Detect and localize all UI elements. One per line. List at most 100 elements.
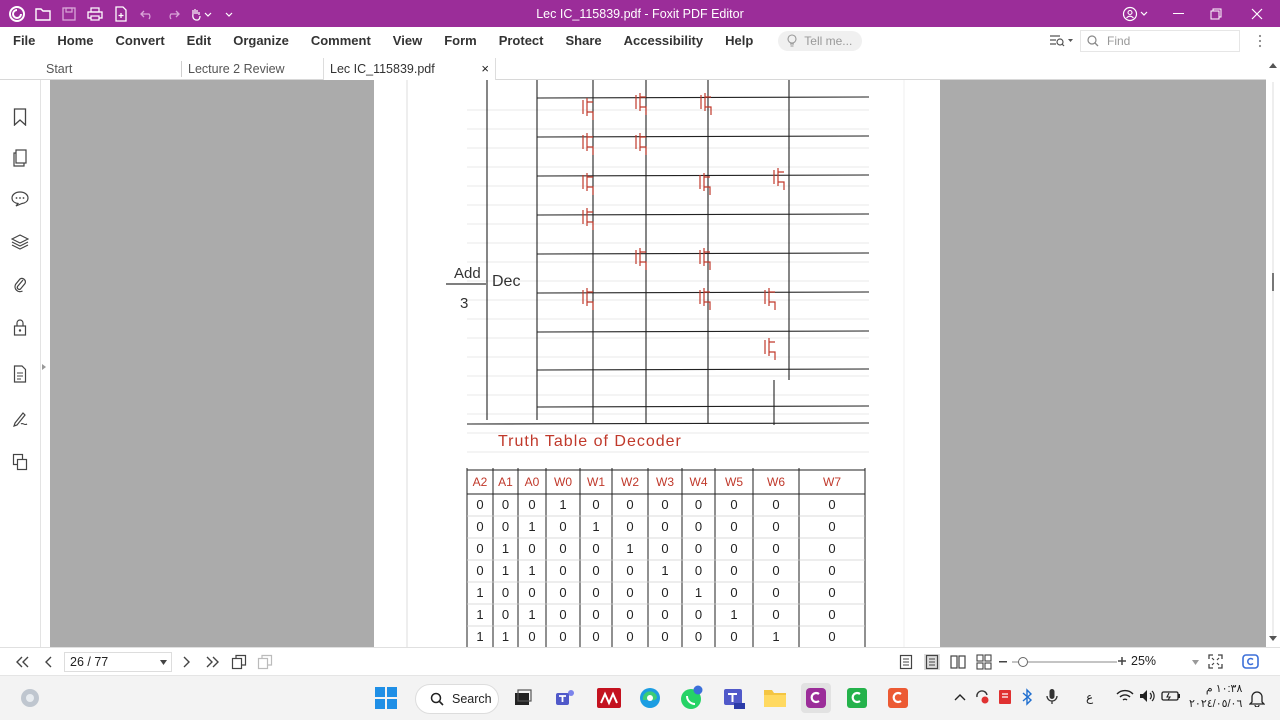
hand-tool-icon[interactable] (188, 3, 218, 25)
layers-icon[interactable] (10, 232, 30, 252)
whatsapp-icon[interactable] (677, 683, 707, 713)
keyboard-language[interactable]: ع (1086, 690, 1093, 704)
tab-start[interactable]: Start (40, 58, 182, 80)
menu-help[interactable]: Help (714, 27, 764, 54)
compare-files-icon[interactable] (10, 452, 30, 472)
scroll-up-arrow-icon[interactable] (1269, 63, 1277, 68)
previous-view-icon[interactable] (231, 654, 247, 670)
table-cell: 0 (828, 607, 835, 622)
table-cell: 0 (695, 519, 702, 534)
continuous-facing-view-icon[interactable] (976, 654, 992, 670)
pages-icon[interactable] (10, 148, 30, 168)
monday-app-icon[interactable] (594, 683, 624, 713)
teams-chat-icon[interactable] (551, 683, 581, 713)
fit-page-icon[interactable] (1208, 654, 1223, 669)
more-options-icon[interactable] (1240, 27, 1280, 54)
page-dropdown-icon[interactable] (160, 660, 167, 665)
clock[interactable]: ١٠:٣٨ م ٢٠٢٤/٠٥/٠٦ (1189, 682, 1242, 712)
undo-icon[interactable] (136, 3, 158, 25)
scroll-thumb[interactable] (1272, 273, 1274, 291)
zoom-dropdown-icon[interactable] (1192, 660, 1199, 665)
new-document-icon[interactable] (110, 3, 132, 25)
foxit-pdf-editor-taskbar-icon[interactable] (801, 683, 831, 713)
save-icon[interactable] (58, 3, 80, 25)
start-button[interactable] (371, 683, 401, 713)
last-page-icon[interactable] (205, 655, 221, 669)
tell-me-box[interactable]: Tell me... (778, 30, 863, 51)
comments-icon[interactable] (10, 189, 30, 209)
sync-recording-icon[interactable] (974, 689, 990, 705)
next-page-icon[interactable] (181, 655, 191, 669)
pdf-tray-icon[interactable] (998, 689, 1012, 705)
attachment-icon[interactable] (10, 274, 30, 294)
widgets-icon[interactable] (18, 686, 42, 710)
single-page-view-icon[interactable] (898, 654, 914, 670)
file-explorer-icon[interactable] (760, 683, 790, 713)
account-icon[interactable] (1114, 0, 1160, 27)
menu-view[interactable]: View (382, 27, 433, 54)
find-input[interactable]: Find (1080, 29, 1240, 52)
redo-icon[interactable] (162, 3, 184, 25)
menu-form[interactable]: Form (433, 27, 488, 54)
teams-new-icon[interactable] (719, 683, 749, 713)
menu-organize[interactable]: Organize (222, 27, 300, 54)
vertical-scrollbar[interactable] (1266, 58, 1280, 647)
continuous-view-icon[interactable] (924, 654, 940, 670)
next-view-icon[interactable] (257, 654, 273, 670)
menu-file[interactable]: File (0, 27, 46, 54)
microphone-icon[interactable] (1046, 688, 1058, 706)
battery-icon[interactable] (1161, 690, 1181, 702)
minimize-button[interactable] (1160, 0, 1197, 27)
document-viewport[interactable]: A2 A1 A0 W0 W1 W2 W3 W4 W5 W6 W7 0 0 0 1 0 0 0 0 0 0 0 0 0 1 0 1 0 0… (50, 80, 1266, 647)
open-folder-icon[interactable] (32, 3, 54, 25)
table-cell: 0 (592, 629, 599, 644)
task-view-icon[interactable] (508, 683, 538, 713)
page-number-input[interactable]: 26 / 77 (64, 652, 172, 672)
taskbar-search[interactable]: Search (415, 684, 499, 714)
ai-assistant-icon[interactable] (1242, 653, 1259, 670)
table-cell: 0 (828, 563, 835, 578)
table-cell: 1 (502, 541, 509, 556)
tray-overflow-chevron-icon[interactable] (954, 692, 966, 702)
signature-icon[interactable] (10, 409, 30, 429)
bluetooth-icon[interactable] (1021, 688, 1033, 706)
tab-lecture-2[interactable]: Lecture 2 Review abou... (182, 58, 323, 98)
zoom-out-icon[interactable] (998, 660, 1008, 664)
zoom-slider[interactable] (1012, 655, 1117, 669)
close-window-button[interactable] (1234, 0, 1280, 27)
menu-accessibility[interactable]: Accessibility (613, 27, 715, 54)
menu-home[interactable]: Home (46, 27, 104, 54)
scroll-down-arrow-icon[interactable] (1269, 636, 1277, 641)
table-cell: 1 (502, 563, 509, 578)
menu-edit[interactable]: Edit (176, 27, 223, 54)
expand-panel-chevron-icon[interactable] (40, 360, 48, 370)
menu-convert[interactable]: Convert (105, 27, 176, 54)
notification-bell-icon[interactable] (1249, 689, 1265, 707)
restore-button[interactable] (1197, 0, 1234, 27)
tab-lec-ic[interactable]: Lec IC_115839.pdf × (323, 58, 496, 80)
transistor-mark (635, 248, 647, 270)
previous-page-icon[interactable] (44, 655, 54, 669)
menu-protect[interactable]: Protect (488, 27, 555, 54)
quick-access-dropdown-icon[interactable] (222, 3, 236, 25)
zoom-in-icon[interactable] (1117, 656, 1127, 666)
security-lock-icon[interactable] (10, 317, 30, 337)
wifi-icon[interactable] (1116, 689, 1134, 703)
close-tab-icon[interactable]: × (481, 58, 489, 80)
menu-comment[interactable]: Comment (300, 27, 382, 54)
circuit-row-line (536, 405, 870, 408)
search-options-icon[interactable] (1044, 27, 1080, 54)
volume-icon[interactable] (1139, 689, 1155, 703)
facing-view-icon[interactable] (950, 654, 966, 670)
first-page-icon[interactable] (14, 655, 30, 669)
zoom-level[interactable]: 25% (1131, 654, 1156, 668)
recorder-app-icon[interactable] (883, 683, 913, 713)
edge-browser-icon[interactable] (635, 683, 665, 713)
menu-share[interactable]: Share (554, 27, 612, 54)
camtasia-icon[interactable] (842, 683, 872, 713)
bookmark-icon[interactable] (10, 107, 30, 127)
print-icon[interactable] (84, 3, 106, 25)
document-properties-icon[interactable] (10, 364, 30, 384)
table-cell: 0 (559, 585, 566, 600)
pdf-page: A2 A1 A0 W0 W1 W2 W3 W4 W5 W6 W7 0 0 0 1 0 0 0 0 0 0 0 0 0 1 0 1 0 0… (374, 80, 940, 647)
